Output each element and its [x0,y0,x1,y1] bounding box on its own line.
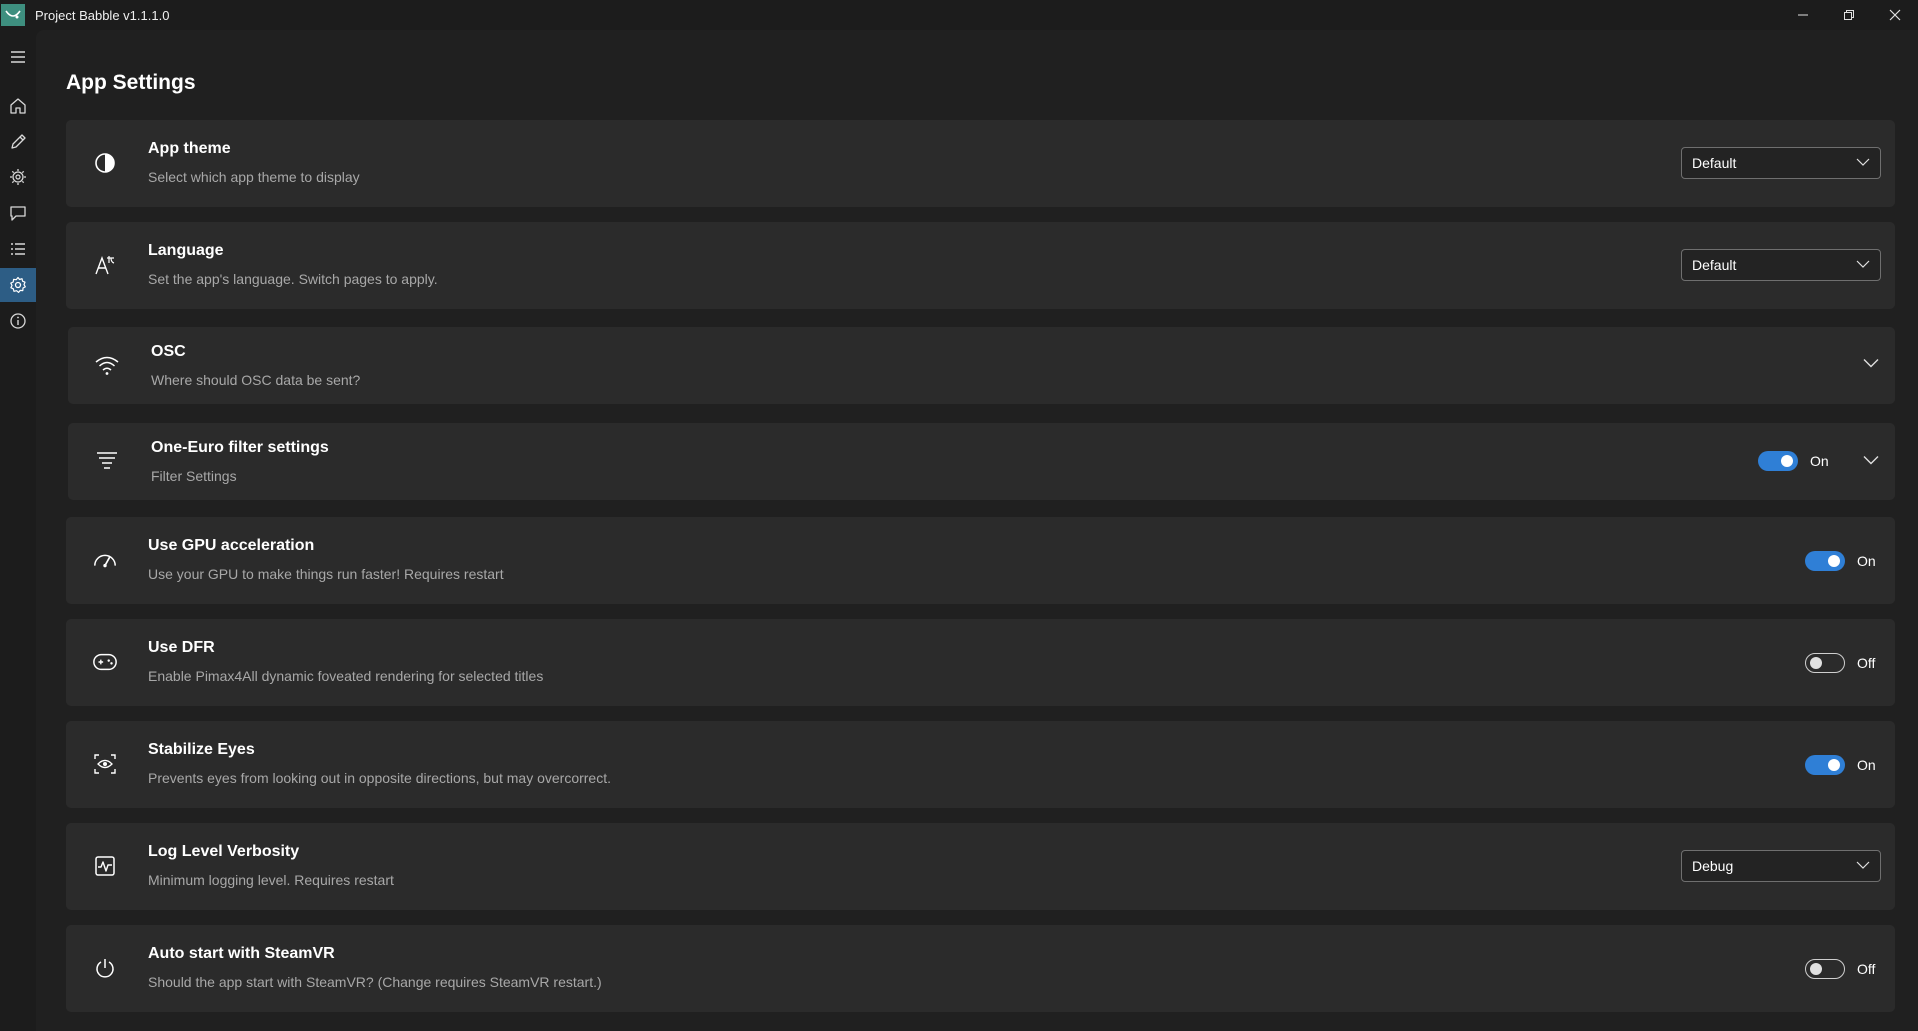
restore-icon [1844,10,1854,20]
toggle-switch[interactable] [1805,959,1845,979]
sidebar-item-about[interactable] [0,304,36,338]
gamepad-icon [92,649,118,675]
setting-description: Use your GPU to make things run faster! … [148,566,504,582]
sidebar-item-app-settings[interactable] [0,268,36,302]
setting-description: Prevents eyes from looking out in opposi… [148,770,611,786]
toggle-state-label: Off [1857,655,1876,671]
chevron-down-icon[interactable] [1863,358,1879,368]
main-content: App Settings App theme Select which app … [36,30,1918,1031]
language-select[interactable]: Default [1681,249,1881,281]
speedometer-icon [92,547,118,573]
setting-description: Enable Pimax4All dynamic foveated render… [148,668,544,684]
toggle-state-label: On [1857,757,1876,773]
toggle-switch[interactable] [1805,551,1845,571]
setting-title: OSC [151,343,186,360]
chevron-down-icon [1856,158,1870,166]
stabilize-eyes-toggle[interactable]: On [1805,755,1881,775]
dfr-toggle[interactable]: Off [1805,653,1881,673]
chevron-down-icon [1856,861,1870,869]
select-value: Default [1692,155,1737,171]
setting-title: Use DFR [148,639,215,656]
title-bar: Project Babble v1.1.1.0 [0,0,1918,30]
setting-card-osc[interactable]: OSC Where should OSC data be sent? [68,327,1895,404]
power-icon [92,955,118,981]
sidebar-item-list[interactable] [0,232,36,266]
toggle-switch[interactable] [1805,755,1845,775]
setting-card-one-euro-filter[interactable]: One-Euro filter settings Filter Settings… [68,423,1895,500]
sidebar-item-algorithm-settings[interactable] [0,160,36,194]
one-euro-filter-toggle[interactable]: On [1758,451,1834,471]
home-icon [10,98,26,114]
select-value: Debug [1692,858,1734,874]
restore-button[interactable] [1826,0,1872,30]
eye-scan-icon [92,751,118,777]
setting-card-use-dfr: Use DFR Enable Pimax4All dynamic foveate… [66,619,1895,706]
window-title: Project Babble v1.1.1.0 [35,7,170,23]
wifi-icon [94,352,120,378]
menu-icon [11,51,25,63]
setting-card-language: Language Set the app's language. Switch … [66,222,1895,309]
activity-chart-icon [92,853,118,879]
sidebar-item-calibration[interactable] [0,125,36,159]
setting-title: One-Euro filter settings [151,439,329,456]
toggle-switch[interactable] [1758,451,1798,471]
theme-contrast-icon [92,150,118,176]
sidebar-item-home[interactable] [0,89,36,123]
setting-card-log-level: Log Level Verbosity Minimum logging leve… [66,823,1895,910]
language-icon [92,252,118,278]
minimize-button[interactable] [1780,0,1826,30]
setting-description: Minimum logging level. Requires restart [148,872,394,888]
setting-description: Set the app's language. Switch pages to … [148,271,438,287]
setting-title: Stabilize Eyes [148,741,255,758]
pencil-icon [11,134,26,149]
close-button[interactable] [1872,0,1918,30]
chat-icon [10,206,26,221]
menu-toggle-button[interactable] [0,40,36,74]
setting-card-stabilize-eyes: Stabilize Eyes Prevents eyes from lookin… [66,721,1895,808]
page-title: App Settings [66,71,196,94]
settings-icon [10,276,26,293]
log-level-select[interactable]: Debug [1681,850,1881,882]
minimize-icon [1798,14,1808,16]
setting-title: Use GPU acceleration [148,537,315,554]
setting-card-gpu-acceleration: Use GPU acceleration Use your GPU to mak… [66,517,1895,604]
chevron-down-icon[interactable] [1863,455,1879,465]
window-controls [1780,0,1918,30]
list-icon [11,243,25,255]
setting-title: Log Level Verbosity [148,843,300,860]
toggle-state-label: On [1857,553,1876,569]
setting-card-app-theme: App theme Select which app theme to disp… [66,120,1895,207]
chevron-down-icon [1856,260,1870,268]
close-icon [1889,9,1901,21]
setting-title: Auto start with SteamVR [148,945,335,962]
filter-icon [94,448,120,474]
info-icon [10,313,26,329]
toggle-switch[interactable] [1805,653,1845,673]
setting-description: Should the app start with SteamVR? (Chan… [148,974,602,990]
auto-start-toggle[interactable]: Off [1805,959,1881,979]
setting-description: Select which app theme to display [148,169,360,185]
setting-title: Language [148,242,224,259]
gear-chip-icon [10,169,26,185]
setting-description: Where should OSC data be sent? [151,372,361,388]
gpu-acceleration-toggle[interactable]: On [1805,551,1881,571]
setting-card-auto-start-steamvr: Auto start with SteamVR Should the app s… [66,925,1895,1012]
toggle-state-label: On [1810,453,1829,469]
setting-title: App theme [148,140,231,157]
sidebar-item-chat[interactable] [0,196,36,230]
sidebar [0,30,36,1031]
toggle-state-label: Off [1857,961,1876,977]
setting-description: Filter Settings [151,468,237,484]
app-theme-select[interactable]: Default [1681,147,1881,179]
select-value: Default [1692,257,1737,273]
app-logo-icon [1,4,25,26]
